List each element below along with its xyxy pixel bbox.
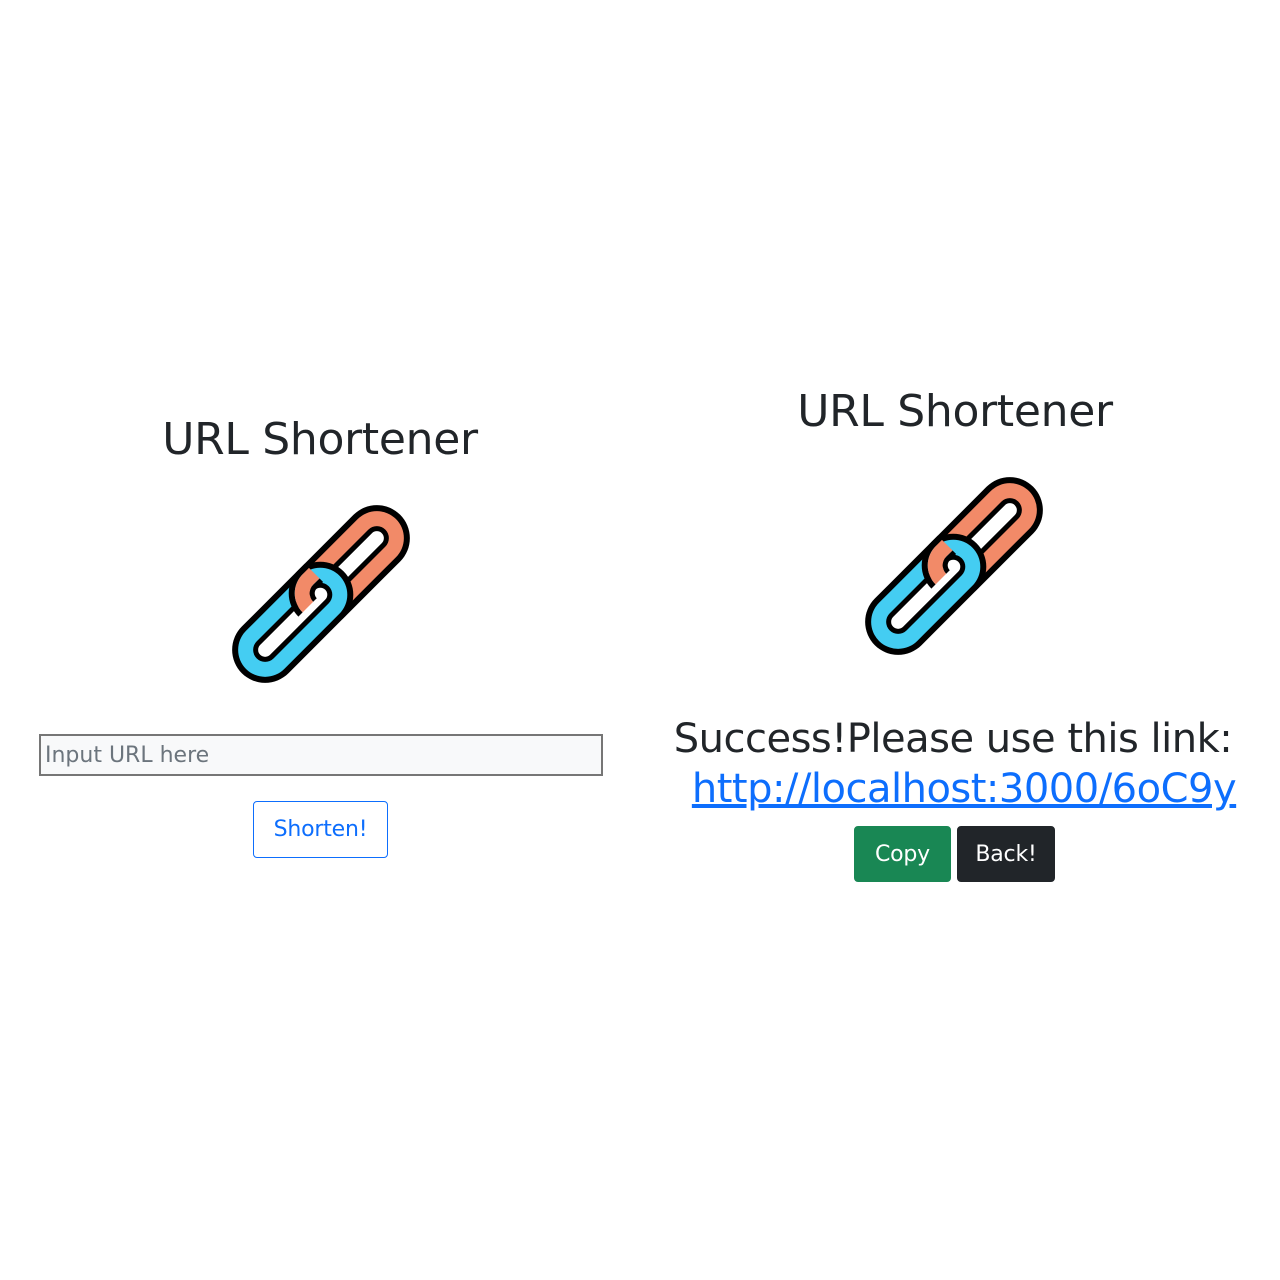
chain-link-icon — [232, 505, 410, 683]
back-button[interactable]: Back! — [957, 826, 1055, 882]
screenshot-stage: URL Shortener Input URL here Shorten! UR… — [0, 0, 1280, 1280]
page-title: URL Shortener — [162, 414, 478, 465]
shorten-form-view: URL Shortener Input URL here Shorten! — [0, 0, 640, 1280]
shorten-button[interactable]: Shorten! — [253, 801, 388, 858]
page-title: URL Shortener — [797, 386, 1113, 437]
shorten-result-view: URL Shortener Success!Please use this li… — [640, 0, 1280, 1280]
short-url-link[interactable]: http://localhost:3000/6oC9y — [664, 763, 1264, 815]
copy-button[interactable]: Copy — [854, 826, 951, 882]
url-input[interactable] — [39, 734, 603, 776]
chain-link-icon — [865, 477, 1043, 655]
success-message: Success!Please use this link: — [673, 716, 1233, 762]
